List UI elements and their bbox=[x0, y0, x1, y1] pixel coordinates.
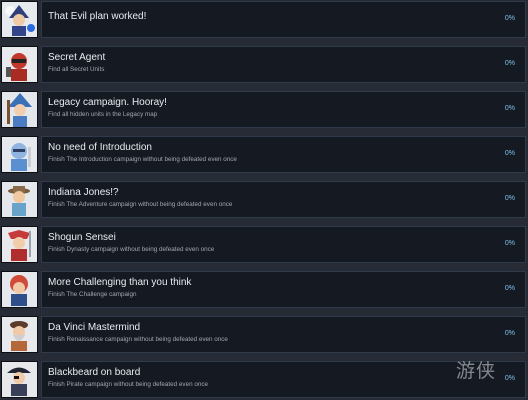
blue-wizard-hat-icon bbox=[1, 91, 38, 128]
achievement-title: Indiana Jones!? bbox=[48, 187, 119, 198]
achievement-description: Finish The Adventure campaign without be… bbox=[48, 201, 233, 208]
achievement-card: Blackbeard on board Finish Pirate campai… bbox=[41, 361, 526, 398]
achievement-title: Legacy campaign. Hooray! bbox=[48, 97, 167, 108]
blue-knight-icon bbox=[1, 136, 38, 173]
achievement-row[interactable]: Legacy campaign. Hooray! Find all hidden… bbox=[0, 90, 528, 135]
achievement-row[interactable]: Blackbeard on board Finish Pirate campai… bbox=[0, 360, 528, 400]
achievement-description: Finish Pirate campaign without being def… bbox=[48, 381, 208, 388]
achievement-card: Legacy campaign. Hooray! Find all hidden… bbox=[41, 91, 526, 128]
achievement-progress: 0% bbox=[504, 240, 515, 247]
achievement-card: Indiana Jones!? Finish The Adventure cam… bbox=[41, 181, 526, 218]
achievement-row[interactable]: Indiana Jones!? Finish The Adventure cam… bbox=[0, 180, 528, 225]
achievement-title: No need of Introduction bbox=[48, 142, 152, 153]
achievement-card: No need of Introduction Finish The Intro… bbox=[41, 136, 526, 173]
renaissance-inventor-icon bbox=[1, 316, 38, 353]
achievement-progress: 0% bbox=[504, 15, 515, 22]
achievement-description: Finish The Challenge campaign bbox=[48, 291, 137, 298]
red-ninja-agent-icon bbox=[1, 46, 38, 83]
achievement-row[interactable]: No need of Introduction Finish The Intro… bbox=[0, 135, 528, 180]
achievement-description: Finish Dynasty campaign without being de… bbox=[48, 246, 215, 253]
dark-wizard-character-icon bbox=[1, 1, 38, 38]
achievement-card: Da Vinci Mastermind Finish Renaissance c… bbox=[41, 316, 526, 353]
achievement-title: Secret Agent bbox=[48, 52, 106, 63]
achievement-row[interactable]: More Challenging than you think Finish T… bbox=[0, 270, 528, 315]
achievement-card: That Evil plan worked! 0% bbox=[41, 1, 526, 38]
achievement-card: More Challenging than you think Finish T… bbox=[41, 271, 526, 308]
red-haired-hero-icon bbox=[1, 271, 38, 308]
achievement-progress: 0% bbox=[504, 375, 515, 382]
achievement-card: Shogun Sensei Finish Dynasty campaign wi… bbox=[41, 226, 526, 263]
achievement-title: Da Vinci Mastermind bbox=[48, 322, 141, 333]
achievement-progress: 0% bbox=[504, 195, 515, 202]
pirate-captain-icon bbox=[1, 361, 38, 398]
achievement-title: Shogun Sensei bbox=[48, 232, 116, 243]
achievement-progress: 0% bbox=[504, 150, 515, 157]
achievement-row[interactable]: Da Vinci Mastermind Finish Renaissance c… bbox=[0, 315, 528, 360]
achievement-row[interactable]: Shogun Sensei Finish Dynasty campaign wi… bbox=[0, 225, 528, 270]
achievement-progress: 0% bbox=[504, 105, 515, 112]
achievement-row[interactable]: That Evil plan worked! 0% bbox=[0, 0, 528, 45]
red-samurai-icon bbox=[1, 226, 38, 263]
achievement-progress: 0% bbox=[504, 330, 515, 337]
achievement-title: Blackbeard on board bbox=[48, 367, 141, 378]
achievement-list: That Evil plan worked! 0% Secret Agent F… bbox=[0, 0, 528, 400]
achievement-title: More Challenging than you think bbox=[48, 277, 192, 288]
achievement-title: That Evil plan worked! bbox=[48, 11, 147, 22]
achievement-progress: 0% bbox=[504, 285, 515, 292]
achievement-description: Finish Renaissance campaign without bein… bbox=[48, 336, 228, 343]
achievement-description: Find all hidden units in the Legacy map bbox=[48, 111, 158, 118]
achievement-card: Secret Agent Find all Secret Units 0% bbox=[41, 46, 526, 83]
achievement-description: Find all Secret Units bbox=[48, 66, 105, 73]
explorer-character-icon bbox=[1, 181, 38, 218]
achievement-progress: 0% bbox=[504, 60, 515, 67]
achievement-description: Finish The Introduction campaign without… bbox=[48, 156, 237, 163]
achievement-row[interactable]: Secret Agent Find all Secret Units 0% bbox=[0, 45, 528, 90]
